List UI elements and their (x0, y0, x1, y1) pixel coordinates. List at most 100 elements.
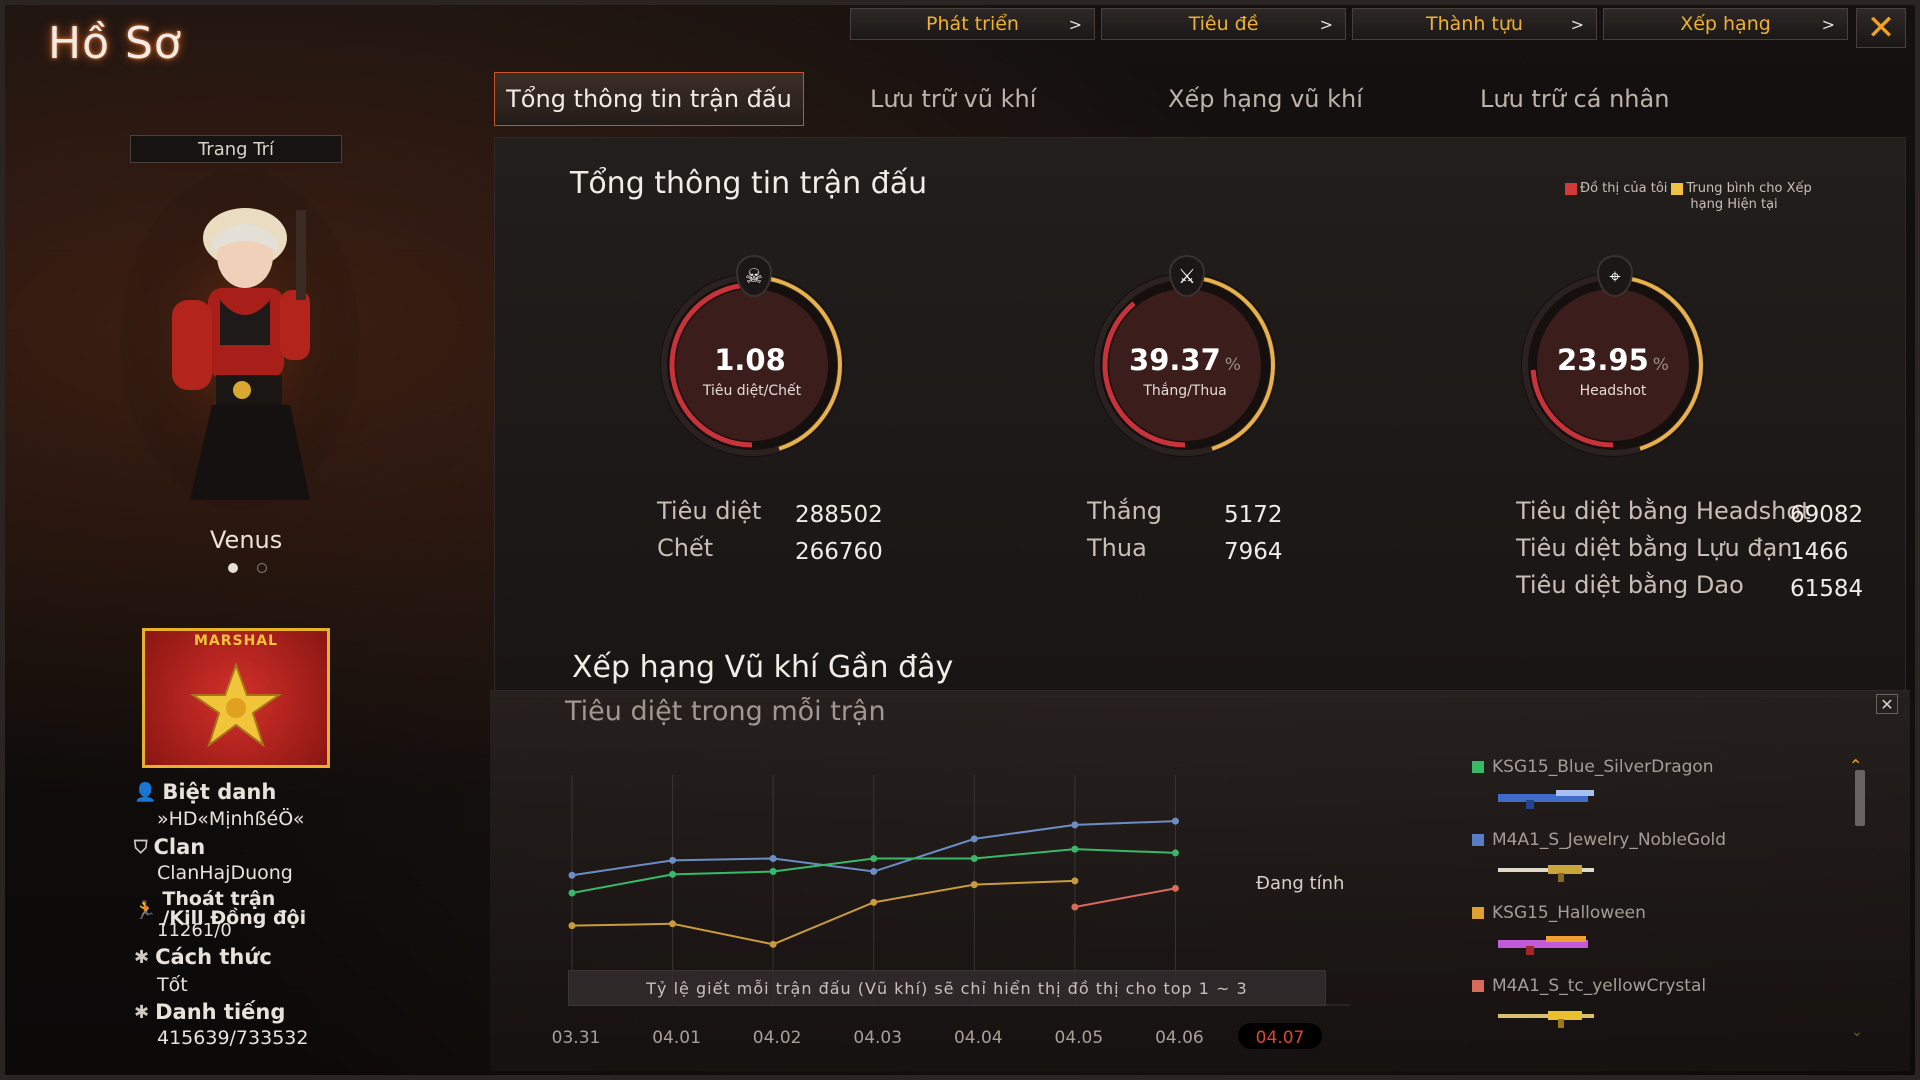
legend-item-m4a1-jewelry[interactable]: M4A1_S_Jewelry_NobleGold (1472, 830, 1726, 850)
chevron-right-icon: > (1319, 14, 1333, 34)
series-line-3 (1074, 887, 1176, 908)
legend-swatch (1472, 907, 1484, 919)
tab-personal-archive[interactable]: Lưu trữ cá nhân (1480, 72, 1669, 126)
ranking-label: Xếp hạng (1680, 13, 1771, 35)
data-point (1071, 877, 1079, 885)
chevron-right-icon: > (1570, 14, 1584, 34)
chart-close-button[interactable]: ✕ (1876, 694, 1898, 714)
ranking-button[interactable]: Xếp hạng > (1603, 8, 1848, 40)
data-point (1071, 903, 1079, 911)
data-point (1071, 845, 1079, 853)
clan-label: ⛉ Clan (134, 835, 206, 859)
star-emblem-icon (189, 662, 283, 748)
achievement-button[interactable]: Thành tựu > (1352, 8, 1597, 40)
summary-title: Tổng thông tin trận đấu (570, 166, 928, 201)
tab-match-summary[interactable]: Tổng thông tin trận đấu (494, 72, 804, 126)
x-tick-label: 04.06 (1155, 1028, 1204, 1048)
carousel-dot-active[interactable] (228, 563, 238, 573)
data-point (568, 889, 576, 897)
decorate-button[interactable]: Trang Trí (130, 135, 342, 163)
m4a1-jewelry-gun-icon (1498, 865, 1594, 882)
knife-kill-label: Tiêu diệt bằng Dao (1516, 571, 1744, 599)
reputation-label: ✱ Danh tiếng (134, 1000, 286, 1024)
chevron-right-icon: > (1821, 14, 1835, 34)
tab-label: Xếp hạng vũ khí (1168, 85, 1363, 113)
x-tick-label: 03.31 (552, 1028, 601, 1048)
data-point (1071, 821, 1079, 829)
grenade-kill-label: Tiêu diệt bằng Lựu đạn (1516, 534, 1793, 562)
calculating-label: Đang tính (1256, 873, 1345, 894)
shield-icon: ⛉ (134, 836, 148, 858)
recent-weapon-subtitle: Tiêu diệt trong mỗi trận (565, 696, 886, 727)
legend-item-ksg15-halloween[interactable]: KSG15_Halloween (1472, 903, 1646, 923)
data-point (669, 920, 677, 928)
nickname-label: 👤 Biệt danh (134, 780, 277, 804)
close-button[interactable]: ✕ (1856, 8, 1906, 48)
legend-scrollbar[interactable] (1855, 770, 1865, 826)
my-graph-swatch (1565, 182, 1577, 195)
series-line-2 (571, 879, 1075, 946)
headshot-kill-value: 69082 (1790, 502, 1864, 528)
data-point (870, 854, 878, 862)
win-label: Thắng (1087, 497, 1163, 525)
data-point (1171, 817, 1179, 825)
window-title: Hồ Sơ (48, 18, 182, 69)
recent-weapon-title: Xếp hạng Vũ khí Gần đây (572, 650, 954, 685)
tab-weapon-ranking[interactable]: Xếp hạng vũ khí (1168, 72, 1363, 126)
win-value: 5172 (1224, 502, 1283, 528)
x-tick-label: 04.01 (652, 1028, 701, 1048)
grenade-kill-value: 1466 (1790, 539, 1849, 565)
gauge-legend: Đồ thị của tôi Trung bình cho Xếp hạng Hi… (1565, 181, 1812, 213)
data-point (970, 854, 978, 862)
data-point (870, 898, 878, 906)
legend-item-ksg15-blue[interactable]: KSG15_Blue_SilverDragon (1472, 757, 1714, 777)
manner-label: ✱ Cách thức (134, 945, 272, 969)
data-point (568, 871, 576, 879)
kd-gauge: ☠ 1.08 Tiêu diệt/Chết (652, 255, 852, 465)
data-point (769, 940, 777, 948)
decorate-label: Trang Trí (197, 138, 275, 160)
legend-label: M4A1_S_tc_yellowCrystal (1492, 976, 1707, 996)
headshot-kill-label: Tiêu diệt bằng Headshot (1516, 497, 1811, 525)
x-tick-label: 04.05 (1055, 1028, 1104, 1048)
tab-label: Lưu trữ cá nhân (1480, 85, 1670, 113)
headshot-value: 23.95% (1557, 343, 1669, 377)
title-button[interactable]: Tiêu đề > (1101, 8, 1346, 40)
death-label: Chết (657, 534, 714, 562)
scroll-down-icon[interactable]: ⌄ (1851, 1024, 1863, 1040)
legend-label: M4A1_S_Jewelry_NobleGold (1492, 830, 1727, 850)
carousel-dot[interactable] (257, 563, 267, 573)
chart-note: Tỷ lệ giết mỗi trận đấu (Vũ khí) sẽ chỉ … (568, 970, 1326, 1006)
winloss-gauge: ⚔ 39.37% Thắng/Thua (1085, 255, 1285, 465)
data-point (1171, 849, 1179, 857)
data-point (669, 870, 677, 878)
lose-label: Thua (1087, 534, 1147, 562)
knife-kill-value: 61584 (1790, 576, 1864, 602)
data-point (1171, 884, 1179, 892)
x-tick-label: 04.03 (853, 1028, 902, 1048)
data-point (970, 881, 978, 889)
x-tick-label: 04.02 (753, 1028, 802, 1048)
title-label: Tiêu đề (1188, 13, 1259, 35)
ksg15-blue-gun-icon (1498, 790, 1594, 809)
close-icon: ✕ (1880, 694, 1894, 714)
m4a1-yellowcrystal-gun-icon (1498, 1011, 1594, 1028)
x-tick-label: 04.04 (954, 1028, 1003, 1048)
legend-swatch (1472, 834, 1484, 846)
legend-swatch (1472, 980, 1484, 992)
headshot-label: Headshot (1579, 383, 1647, 399)
kd-value: 1.08 (714, 343, 786, 377)
character-portrait (120, 170, 360, 510)
x-tick-label: 04.07 (1256, 1028, 1305, 1048)
tab-weapon-archive[interactable]: Lưu trữ vũ khí (870, 72, 1036, 126)
average-swatch (1671, 182, 1684, 195)
winloss-value: 39.37% (1129, 343, 1241, 377)
running-man-icon: 🏃 (134, 900, 157, 921)
kill-label: Tiêu diệt (657, 497, 762, 525)
close-icon: ✕ (1866, 8, 1896, 48)
legend-swatch (1472, 761, 1484, 773)
development-button[interactable]: Phát triển > (850, 8, 1095, 40)
nickname-value: »HD«MịnhßéÖ« (157, 808, 305, 830)
legend-item-m4a1-yellowcrystal[interactable]: M4A1_S_tc_yellowCrystal (1472, 976, 1706, 996)
data-point (970, 835, 978, 843)
